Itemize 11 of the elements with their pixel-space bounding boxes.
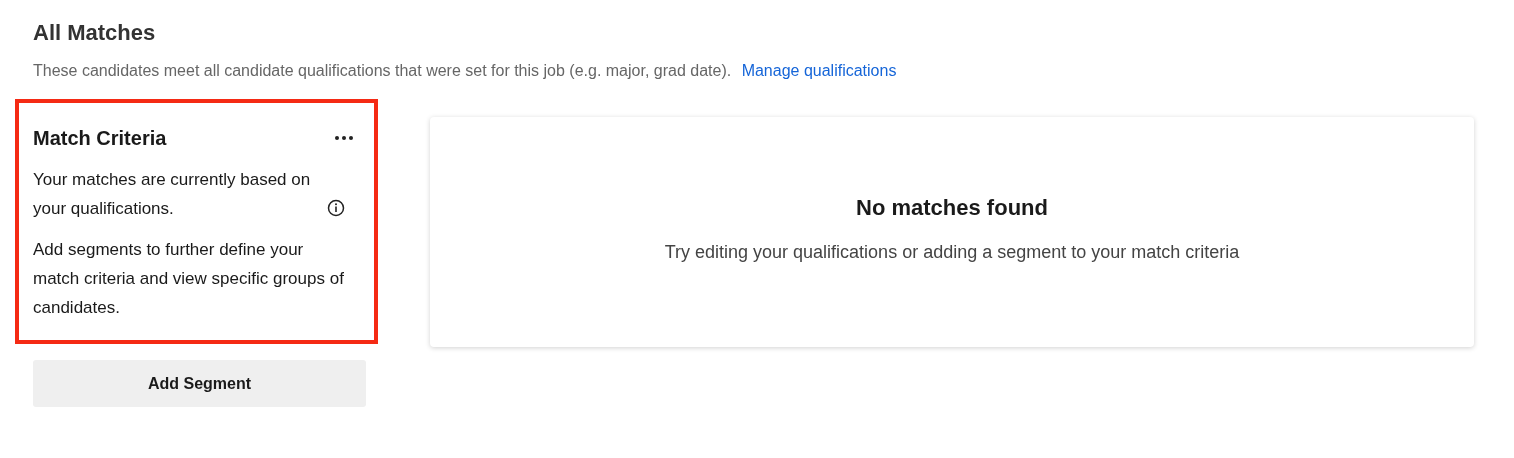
info-icon[interactable]	[327, 199, 345, 217]
section-description: These candidates meet all candidate qualifications that were set for this job (e.g. major, grad date).	[33, 62, 732, 79]
empty-state-title: No matches found	[856, 194, 1048, 222]
panel-title: Match Criteria	[33, 126, 167, 151]
panel-text: Your matches are currently based on your qualifications.	[33, 169, 312, 220]
manage-qualifications-link[interactable]: Manage qualifications	[741, 62, 897, 79]
add-segment-button[interactable]: Add Segment	[33, 360, 366, 407]
section-heading: All Matches	[33, 19, 157, 47]
more-options-icon[interactable]	[334, 135, 354, 141]
empty-state-message: Try editing your qualifications or adding a segment to your match criteria	[664, 241, 1240, 264]
panel-text: Add segments to further define your match criteria and view specific groups of candidates.	[33, 239, 345, 319]
